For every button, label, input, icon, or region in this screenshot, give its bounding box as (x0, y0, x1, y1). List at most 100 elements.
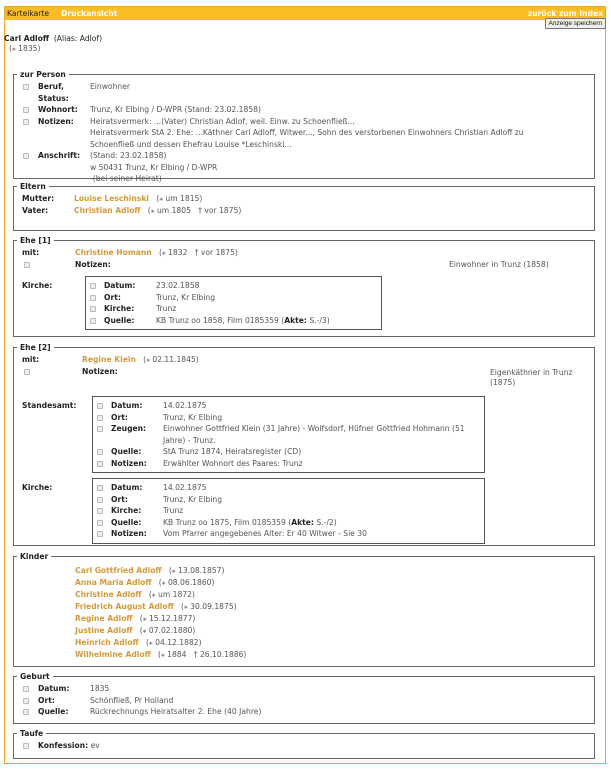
vater-dates: (⁎ um 1805 † vor 1875) (147, 205, 242, 215)
checkbox[interactable] (23, 743, 29, 749)
checkbox[interactable] (97, 403, 103, 409)
checkbox[interactable] (97, 508, 103, 514)
kind-item: Wilhelmine Adloff (⁎ 1884 † 26.10.1886) (75, 649, 594, 661)
mutter-link[interactable]: Louise Leschinski (74, 194, 149, 203)
beruf-label: Beruf, Status: (38, 82, 69, 103)
kind-link[interactable]: Justine Adloff (75, 626, 132, 635)
standesamt-box: Datum: 14.02.1875 Ort: Trunz, Kr Elbing Zeug… (92, 396, 485, 473)
mutter-dates: (⁎ um 1815) (156, 194, 203, 203)
partner-link[interactable]: Christine Homann (75, 248, 152, 257)
detail-label: Quelle: (111, 447, 142, 456)
tab-karteikarte[interactable]: Karteikarte (7, 9, 49, 18)
vater-label: Vater: (22, 205, 49, 215)
detail-label: Ort: (111, 494, 128, 504)
checkbox[interactable] (97, 460, 103, 467)
partner-dates: (⁎ 02.11.1845) (143, 355, 199, 364)
vater-link[interactable]: Christian Adloff (74, 206, 141, 215)
checkbox[interactable] (23, 84, 29, 90)
checkbox[interactable] (23, 118, 29, 125)
datum-label: Datum: (38, 684, 70, 693)
standesamt-label: Standesamt: (22, 401, 77, 410)
kind-link[interactable]: Friedrich August Adloff (75, 602, 174, 611)
detail-value: KB Trunz oo 1875, Film 0185359 ( (163, 517, 292, 527)
section-title: zur Person (20, 70, 66, 79)
checkbox[interactable] (23, 697, 29, 704)
tab-druckansicht[interactable]: Druckansicht (61, 9, 117, 18)
section-title: Taufe (20, 729, 44, 738)
kind-dates: (⁎ 15.12.1877) (139, 614, 196, 623)
notizen-label: Notizen: (75, 260, 111, 269)
checkbox[interactable] (97, 519, 103, 526)
kind-link[interactable]: Heinrich Adloff (75, 638, 139, 647)
detail-row: Kirche: Trunz (90, 303, 376, 315)
section-title: Ehe [2] (20, 343, 51, 352)
detail-row: Quelle: KB Trunz oo 1875, Film 0185359 (A… (97, 517, 473, 529)
kind-link[interactable]: Regine Adloff (75, 614, 133, 623)
akte-label: Akte: (284, 315, 307, 325)
detail-row: Quelle: StA Trunz 1874, Heiratsregister (… (97, 446, 473, 458)
detail-row: Quelle: KB Trunz oo 1858, Film 0185359 (A… (90, 315, 376, 327)
detail-value: Trunz (163, 506, 184, 515)
detail-row: Datum: 14.02.1875 (97, 400, 473, 412)
checkbox[interactable] (97, 414, 103, 421)
detail-value: Trunz, Kr Elbing (163, 412, 223, 422)
detail-value: Trunz (156, 304, 177, 313)
partner-dates: (⁎ 1832 † vor 1875) (158, 248, 238, 257)
checkbox[interactable] (97, 485, 103, 491)
detail-label: Datum: (104, 281, 136, 290)
detail-label: Kirche: (111, 506, 142, 515)
kind-link[interactable]: Wilhelmine Adloff (75, 650, 151, 659)
kind-item: Anna Maria Adloff (⁎ 08.06.1860) (75, 577, 594, 589)
notizen-value: Eigenkäthner in Trunz (1875) (490, 368, 573, 387)
checkbox[interactable] (23, 709, 29, 715)
notizen-value: Einwohner in Trunz (1858) (449, 260, 549, 269)
akte-value: S.-/2) (313, 517, 337, 527)
detail-value: Vom Pfarrer angegebenes Alter: Er 40 Wit… (163, 529, 367, 538)
ehe-2-section: Ehe [2] mit: Regine Klein (⁎ 02.11.1845)… (13, 343, 595, 546)
kind-link[interactable]: Anna Maria Adloff (75, 578, 152, 587)
person-alias: (Alias: Adlof) (53, 34, 103, 43)
kind-dates: (⁎ um 1872) (148, 590, 195, 599)
back-to-index-link[interactable]: zurück zum Index (528, 9, 603, 18)
checkbox[interactable] (90, 294, 96, 301)
checkbox[interactable] (23, 153, 29, 159)
kinder-section: Kinder Carl Gottfried Adloff (⁎ 13.08.18… (13, 552, 595, 667)
kind-item: Regine Adloff (⁎ 15.12.1877) (75, 613, 594, 625)
checkbox[interactable] (24, 369, 30, 375)
kind-link[interactable]: Carl Gottfried Adloff (75, 566, 162, 575)
checkbox[interactable] (24, 262, 30, 268)
partner-link[interactable]: Regine Klein (82, 355, 136, 364)
kind-dates: (⁎ 07.02.1880) (139, 626, 196, 635)
detail-row: Ort: Trunz, Kr Elbing (97, 412, 473, 424)
detail-value: Trunz, Kr Elbing (156, 292, 216, 302)
detail-label: Notizen: (111, 529, 147, 538)
checkbox[interactable] (90, 306, 96, 312)
detail-row: Zeugen: Einwohner Gottfried Klein (31 Jah… (97, 423, 473, 446)
checkbox[interactable] (97, 531, 103, 537)
checkbox[interactable] (90, 317, 96, 324)
notizen-line: Heiratsvermerk StA 2. Ehe: ...Käthner Ca… (90, 128, 524, 149)
beruf-value: Einwohner (90, 82, 130, 91)
section-title: Geburt (20, 672, 50, 681)
ort-value: Schönfließ, Pr Holland (90, 695, 174, 705)
checkbox[interactable] (23, 107, 29, 113)
kind-item: Justine Adloff (⁎ 07.02.1880) (75, 625, 594, 637)
konfession-label: Konfession: (38, 741, 89, 750)
checkbox[interactable] (97, 496, 103, 503)
checkbox[interactable] (23, 686, 29, 692)
detail-label: Quelle: (104, 315, 135, 325)
checkbox[interactable] (90, 283, 96, 289)
detail-label: Quelle: (111, 517, 142, 527)
kirche-box: Datum: 23.02.1858 Ort: Trunz, Kr Elbing Kirc… (85, 276, 382, 330)
kind-item: Heinrich Adloff (⁎ 04.12.1882) (75, 637, 594, 649)
checkbox[interactable] (97, 449, 103, 455)
anschrift-line: (Stand: 23.02.1858) (90, 151, 167, 160)
checkbox[interactable] (97, 426, 103, 432)
kind-link[interactable]: Christine Adloff (75, 590, 142, 599)
detail-label: Notizen: (111, 458, 147, 468)
quelle-label: Quelle: (38, 707, 69, 716)
save-view-button[interactable]: Anzeige speichern (544, 18, 606, 29)
kind-item: Christine Adloff (⁎ um 1872) (75, 589, 594, 601)
detail-label: Ort: (104, 292, 121, 302)
kind-item: Carl Gottfried Adloff (⁎ 13.08.1857) (75, 565, 594, 577)
